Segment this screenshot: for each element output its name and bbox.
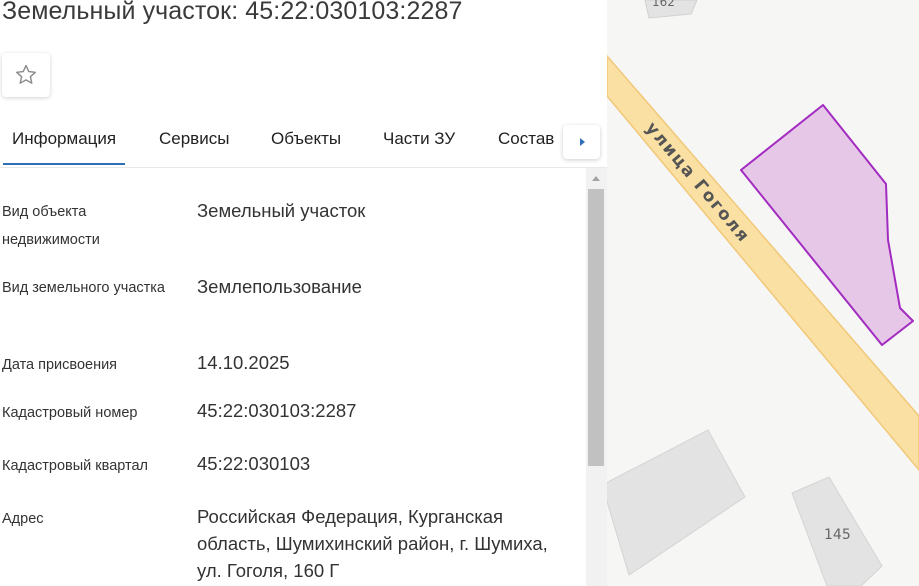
map-canvas[interactable]: улица Гоголя 162 145	[607, 0, 919, 586]
info-label: Кадастровый квартал	[2, 458, 149, 474]
favorite-button[interactable]	[2, 53, 50, 97]
tab-bar: Информация Сервисы Объекты Части ЗУ Сост…	[0, 117, 607, 168]
info-label: Кадастровый номер	[2, 405, 138, 421]
info-panel: Земельный участок: 45:22:030103:2287 Инф…	[0, 0, 607, 586]
vertical-scrollbar[interactable]	[586, 168, 607, 586]
tab-information[interactable]: Информация	[2, 129, 126, 165]
page-title: Земельный участок: 45:22:030103:2287	[2, 0, 463, 25]
info-value: 45:22:030103	[197, 453, 311, 474]
info-value: Земельный участок	[197, 200, 366, 221]
star-outline-icon	[16, 64, 36, 84]
tab-services[interactable]: Сервисы	[159, 129, 229, 149]
tab-composition[interactable]: Состав	[498, 129, 554, 149]
info-label: Адрес	[2, 511, 44, 527]
info-label: Вид объекта недвижимости	[2, 204, 100, 248]
building-number-label: 162	[652, 0, 675, 9]
building	[607, 429, 746, 576]
street-label: улица Гоголя	[641, 118, 753, 247]
info-value: 14.10.2025	[197, 352, 290, 373]
map-view[interactable]: улица Гоголя 162 145	[607, 0, 919, 586]
tab-parcel-parts[interactable]: Части ЗУ	[383, 129, 455, 149]
scrollbar-thumb[interactable]	[588, 189, 604, 466]
tabs-scroll-right-button[interactable]	[563, 125, 600, 159]
info-value: 45:22:030103:2287	[197, 400, 357, 421]
caret-right-icon	[579, 138, 585, 146]
tab-objects[interactable]: Объекты	[271, 129, 341, 149]
info-list: Вид объекта недвижимости Земельный участ…	[0, 168, 586, 586]
info-value: Землепользование	[197, 276, 362, 297]
scroll-up-arrow-icon[interactable]	[592, 176, 600, 181]
building-number-label: 145	[824, 527, 851, 543]
info-label: Дата присвоения	[2, 357, 118, 373]
info-value: Российская Федерация, Курганская область…	[197, 506, 548, 581]
info-label: Вид земельного участка	[2, 280, 165, 296]
